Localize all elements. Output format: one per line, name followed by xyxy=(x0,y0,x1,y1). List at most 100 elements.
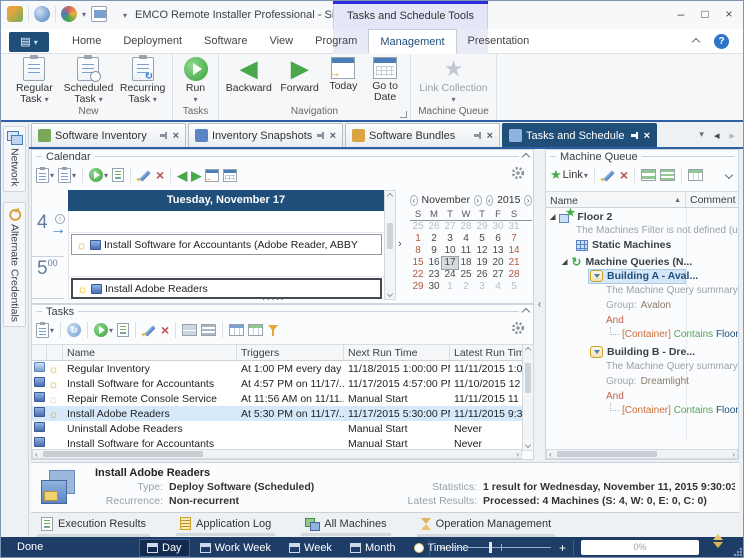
table-view-icon[interactable] xyxy=(248,324,263,336)
task-report-button[interactable] xyxy=(112,168,124,182)
tab-list-dropdown-icon[interactable]: ▾ xyxy=(699,129,704,142)
mini-calendar-day[interactable]: 1 xyxy=(410,233,426,245)
scheduled-task-button[interactable]: Scheduled Task ▾ xyxy=(61,56,117,105)
goto-date-small-icon[interactable] xyxy=(223,169,237,182)
tree-node-machine-queries[interactable]: ◢ ↻ Machine Queries (N... xyxy=(562,255,692,269)
new-task-button[interactable]: ▾ xyxy=(36,166,54,184)
task-row[interactable]: ☼Regular InventoryAt 1:00 PM every day11… xyxy=(32,361,522,376)
column-comment[interactable]: Comment xyxy=(686,192,738,207)
mini-calendar-day[interactable]: 30 xyxy=(426,281,442,293)
view-week-button[interactable]: Week xyxy=(281,539,340,557)
task-row[interactable]: ☼Install Adobe ReadersAt 5:30 PM on 11/1… xyxy=(32,406,522,421)
calendar-view-icon[interactable] xyxy=(229,324,244,336)
view-day-button[interactable]: Day xyxy=(139,539,190,557)
tab-view[interactable]: View xyxy=(258,29,304,54)
view-work-week-button[interactable]: Work Week xyxy=(192,539,279,557)
tab-scroll-left-icon[interactable]: ◂ xyxy=(714,129,720,142)
run-task-button[interactable]: ▾ xyxy=(94,321,113,339)
column-name[interactable]: Name▲ xyxy=(546,192,686,207)
pin-icon[interactable] xyxy=(160,131,169,140)
mini-calendar-day[interactable]: 13 xyxy=(490,245,506,257)
pin-icon[interactable] xyxy=(631,131,640,140)
mini-calendar-day[interactable]: 3 xyxy=(442,233,458,245)
tab-all-machines[interactable]: All Machines xyxy=(301,516,390,536)
tree-node-static-machines[interactable]: Static Machines xyxy=(576,239,671,251)
calendar-event-selected[interactable]: ☼ Install Adobe Readers xyxy=(71,278,382,299)
doc-tab-software-inventory[interactable]: Software Inventory × xyxy=(31,123,186,147)
mini-calendar-expander-icon[interactable]: › xyxy=(398,238,402,250)
mini-calendar-day[interactable]: 30 xyxy=(490,221,506,233)
link-button[interactable]: ★ Link ▾ xyxy=(550,166,588,184)
tree-node-query-b[interactable]: Building B - Dre... xyxy=(590,346,695,358)
run-button[interactable]: Run▾ xyxy=(176,56,215,105)
task-row[interactable]: ☼Repair Remote Console ServiceAt 11:56 A… xyxy=(32,391,522,406)
mini-calendar-day[interactable]: 9 xyxy=(426,245,442,257)
mini-calendar-day[interactable]: 28 xyxy=(458,221,474,233)
mini-calendar-day[interactable]: 5 xyxy=(506,281,522,293)
card-view-icon[interactable] xyxy=(182,324,197,336)
backward-button[interactable]: ◀ Backward xyxy=(222,56,276,94)
filter-icon[interactable] xyxy=(267,324,279,337)
minimize-button[interactable]: – xyxy=(669,4,693,24)
mini-calendar-day[interactable]: 12 xyxy=(474,245,490,257)
tasks-hscrollbar[interactable]: ‹› xyxy=(32,449,522,459)
zoom-in-button[interactable]: + xyxy=(559,541,566,555)
mini-calendar-day[interactable]: 7 xyxy=(506,233,522,245)
pin-icon[interactable] xyxy=(474,131,483,140)
mini-calendar-day[interactable]: 27 xyxy=(442,221,458,233)
month-prev-button[interactable]: ‹ xyxy=(410,195,418,206)
qat-overflow-icon[interactable]: ▾ xyxy=(123,11,127,20)
resize-grip[interactable] xyxy=(733,547,742,556)
close-tab-icon[interactable]: × xyxy=(644,130,650,142)
today-small-icon[interactable]: → xyxy=(205,169,219,182)
column-next-run-time[interactable]: Next Run Time xyxy=(344,345,450,360)
dialog-launcher-icon[interactable] xyxy=(400,111,407,118)
tree-node-query-a[interactable]: Building A - Aval... xyxy=(590,270,698,282)
mini-calendar-day[interactable]: 15 xyxy=(410,257,426,269)
mini-calendar-day[interactable]: 27 xyxy=(490,269,506,281)
edit-queue-icon[interactable] xyxy=(601,168,616,183)
tasks-settings-gear-icon[interactable] xyxy=(511,321,525,335)
delete-queue-icon[interactable]: × xyxy=(620,168,628,183)
collapse-tasks-icon[interactable] xyxy=(522,307,530,315)
list-view-icon[interactable] xyxy=(660,169,675,181)
edit-task-icon[interactable] xyxy=(142,323,157,338)
doc-tab-inventory-snapshots[interactable]: Inventory Snapshots × xyxy=(188,123,343,147)
tab-scroll-right-icon[interactable]: ▸ xyxy=(729,129,735,142)
mini-calendar-day[interactable]: 5 xyxy=(474,233,490,245)
ribbon-collapse-icon[interactable] xyxy=(692,38,700,46)
close-tab-icon[interactable]: × xyxy=(330,130,336,142)
more-tools-icon[interactable] xyxy=(725,171,733,179)
splitter-handle[interactable]: ····· xyxy=(262,295,285,304)
help-icon[interactable]: ? xyxy=(714,34,729,49)
column-triggers[interactable]: Triggers xyxy=(237,345,344,360)
mini-calendar-day[interactable]: 25 xyxy=(458,269,474,281)
sidebar-item-network[interactable]: Network xyxy=(3,126,26,192)
mini-calendar-day[interactable]: 23 xyxy=(426,269,442,281)
mini-calendar-day[interactable]: 19 xyxy=(474,257,490,269)
mini-calendar-day[interactable]: 20 xyxy=(490,257,506,269)
today-button[interactable]: → Today xyxy=(323,56,363,92)
app-logo-icon[interactable] xyxy=(7,6,23,22)
mini-calendar-day[interactable]: 29 xyxy=(474,221,490,233)
list-view-icon[interactable] xyxy=(201,324,216,336)
mini-calendar-day[interactable]: 6 xyxy=(490,233,506,245)
regular-task-button[interactable]: Regular Task ▾ xyxy=(8,56,61,105)
mini-calendar-day[interactable]: 17 xyxy=(442,257,458,269)
sidebar-item-alternate-credentials[interactable]: Alternate Credentials xyxy=(3,202,26,327)
vertical-splitter[interactable]: ‹ xyxy=(534,149,545,460)
mini-calendar-day[interactable]: 8 xyxy=(410,245,426,257)
collapse-calendar-icon[interactable] xyxy=(522,152,530,160)
mini-calendar-day[interactable]: 25 xyxy=(410,221,426,233)
pin-icon[interactable] xyxy=(317,131,326,140)
mini-calendar-day[interactable]: 28 xyxy=(506,269,522,281)
tab-software[interactable]: Software xyxy=(193,29,258,54)
mini-calendar-day[interactable]: 2 xyxy=(458,281,474,293)
machine-queue-hscrollbar[interactable]: ‹› xyxy=(546,449,738,459)
mini-calendar-day[interactable]: 24 xyxy=(442,269,458,281)
mini-calendar-day[interactable]: 4 xyxy=(458,233,474,245)
refresh-tasks-icon[interactable]: ↻ xyxy=(67,323,81,337)
doc-tab-software-bundles[interactable]: Software Bundles × xyxy=(345,123,500,147)
mini-calendar-day[interactable]: 21 xyxy=(506,257,522,269)
view-month-button[interactable]: Month xyxy=(342,539,404,557)
